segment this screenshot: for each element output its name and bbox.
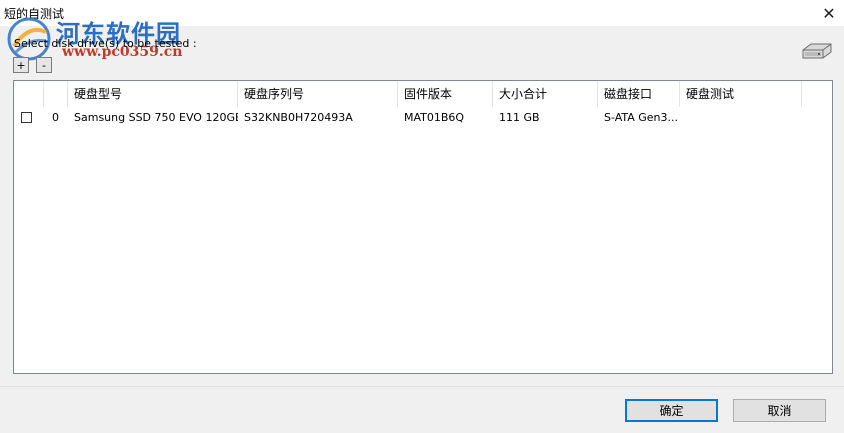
drive-checkbox[interactable] xyxy=(21,112,32,123)
header-index[interactable] xyxy=(44,81,68,107)
add-drive-button[interactable]: + xyxy=(13,57,29,73)
row-size: 111 GB xyxy=(499,111,540,124)
drive-icon xyxy=(802,43,832,59)
row-test xyxy=(680,107,802,129)
row-model: Samsung SSD 750 EVO 120GB xyxy=(74,111,238,124)
footer-divider xyxy=(0,386,844,387)
close-icon[interactable]: ✕ xyxy=(814,0,844,26)
ok-button[interactable]: 确定 xyxy=(625,399,718,422)
header-check[interactable] xyxy=(14,81,44,107)
header-serial[interactable]: 硬盘序列号 xyxy=(238,81,398,107)
row-firmware: MAT01B6Q xyxy=(404,111,465,124)
drive-list-header: 硬盘型号 硬盘序列号 固件版本 大小合计 磁盘接口 硬盘测试 xyxy=(14,81,832,107)
header-model[interactable]: 硬盘型号 xyxy=(68,81,238,107)
drive-list[interactable]: 硬盘型号 硬盘序列号 固件版本 大小合计 磁盘接口 硬盘测试 0 Samsung… xyxy=(13,80,833,374)
row-interface: S-ATA Gen3... xyxy=(604,111,679,124)
header-firmware[interactable]: 固件版本 xyxy=(398,81,493,107)
select-drives-prompt: Select disk drive(s) to be tested : xyxy=(14,37,197,50)
remove-drive-button[interactable]: - xyxy=(36,57,52,73)
header-test[interactable]: 硬盘测试 xyxy=(680,81,802,107)
table-row[interactable]: 0 Samsung SSD 750 EVO 120GB S32KNB0H7204… xyxy=(14,107,832,129)
row-serial: S32KNB0H720493A xyxy=(244,111,353,124)
header-size[interactable]: 大小合计 xyxy=(493,81,598,107)
row-index: 0 xyxy=(52,111,59,124)
cancel-button[interactable]: 取消 xyxy=(733,399,826,422)
header-interface[interactable]: 磁盘接口 xyxy=(598,81,680,107)
